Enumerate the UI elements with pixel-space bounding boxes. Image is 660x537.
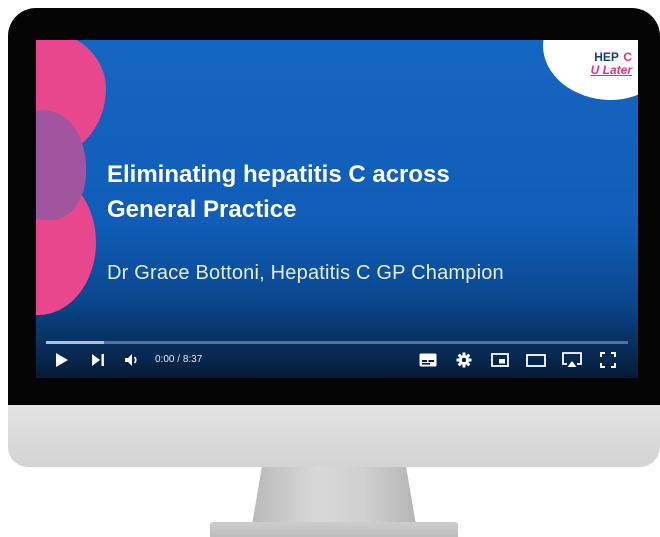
slide-subtitle: Dr Grace Bottoni, Hepatitis C GP Champio… (107, 262, 504, 284)
settings-button[interactable] (452, 346, 476, 374)
miniplayer-button[interactable] (488, 346, 512, 374)
progress-bar[interactable] (46, 341, 628, 344)
monitor-chin (8, 405, 660, 467)
time-separator: / (174, 354, 183, 365)
theater-mode-button[interactable] (524, 346, 548, 374)
subtitles-button[interactable] (416, 346, 440, 374)
next-icon (92, 354, 104, 366)
slide-title-line2: General Practice (107, 196, 297, 223)
monitor-stand (252, 467, 416, 525)
mute-button[interactable] (120, 346, 144, 374)
next-button[interactable] (86, 346, 110, 374)
duration: 8:37 (182, 354, 203, 365)
monitor-stand-base (210, 522, 458, 537)
fullscreen-icon (600, 352, 616, 368)
logo-hep: HEP (594, 50, 619, 64)
theater-mode-icon (526, 353, 546, 367)
player-controls: 0:00 / 8:37 (36, 346, 638, 378)
progress-buffered (46, 341, 104, 344)
slide-title: Eliminating hepatitis C across General P… (107, 157, 547, 227)
video-player[interactable]: HEP C U Later Eliminating hepatitis C ac… (36, 40, 638, 378)
current-time: 0:00 (155, 354, 175, 365)
logo-text: HEP C U Later (591, 50, 632, 77)
volume-icon (125, 354, 137, 366)
settings-icon (456, 352, 472, 368)
slide-title-line1: Eliminating hepatitis C across (107, 161, 450, 188)
subtitles-icon (419, 353, 437, 367)
play-icon (56, 353, 68, 367)
fullscreen-button[interactable] (596, 346, 620, 374)
time-display: 0:00 / 8:37 (155, 354, 202, 365)
miniplayer-icon (491, 353, 509, 367)
play-button[interactable] (50, 346, 74, 374)
logo-u-later: U Later (590, 63, 632, 77)
cast-button[interactable] (560, 346, 584, 374)
logo-c: C (623, 50, 632, 64)
cast-icon (562, 351, 582, 367)
